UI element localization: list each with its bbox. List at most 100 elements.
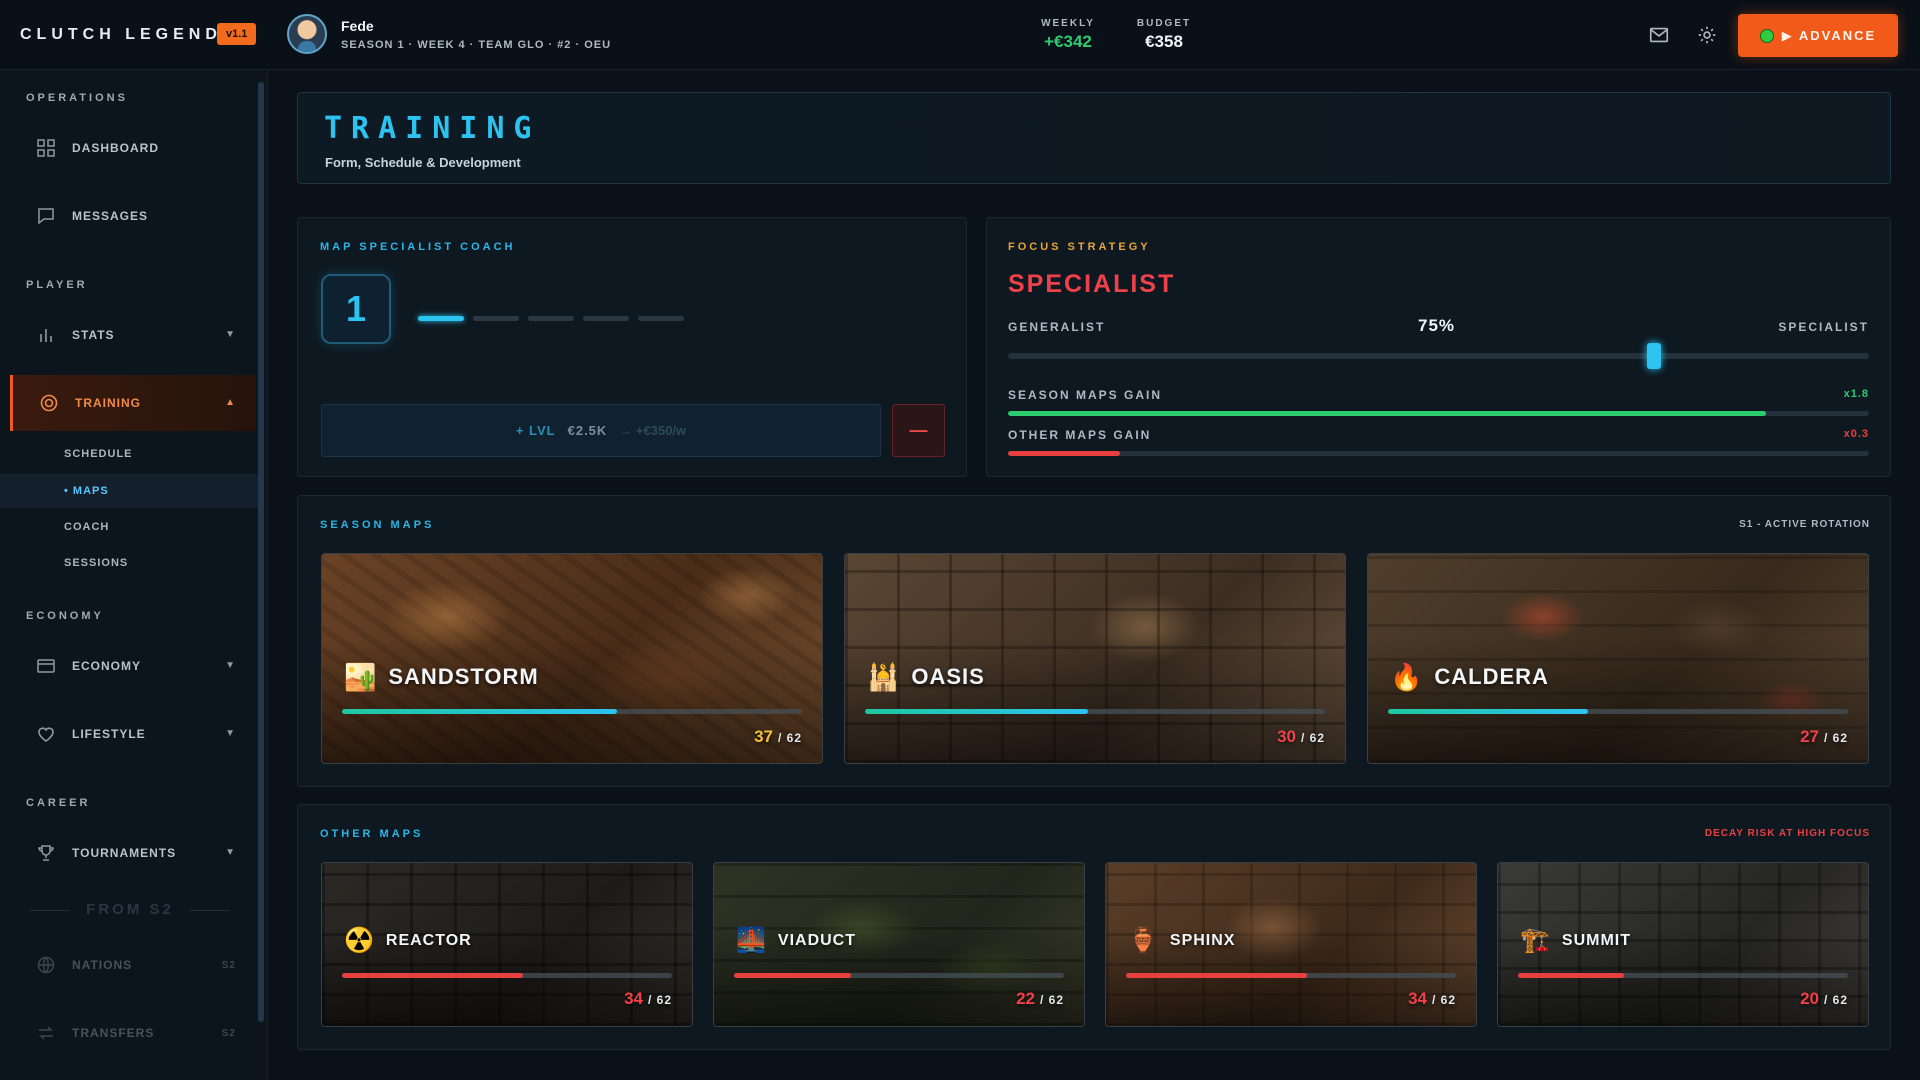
map-progress-fill bbox=[1388, 709, 1589, 714]
downgrade-coach-button[interactable]: — bbox=[892, 404, 945, 457]
map-score: 20 / 62 bbox=[1800, 989, 1848, 1009]
section-player: PLAYER bbox=[26, 279, 88, 291]
map-name: SUMMIT bbox=[1561, 932, 1631, 949]
sidebar-item-training[interactable]: TRAINING ▲ bbox=[10, 375, 256, 431]
upgrade-coach-button[interactable]: + LVL €2.5K → +€350/w bbox=[321, 404, 881, 457]
section-career: CAREER bbox=[26, 797, 91, 809]
map-score: 34 / 62 bbox=[1408, 989, 1456, 1009]
status-dot-icon bbox=[1759, 28, 1774, 43]
sidebar-item-stats[interactable]: STATS ▼ bbox=[10, 307, 256, 363]
sidebar-item-label: TOURNAMENTS bbox=[72, 846, 177, 860]
other-gain-row: OTHER MAPS GAIN x0.3 bbox=[1008, 428, 1869, 442]
urn-icon: 🏺 bbox=[1128, 927, 1158, 954]
map-card-oasis[interactable]: 🕌 OASIS 30 / 62 bbox=[844, 553, 1346, 764]
page-subtitle: Form, Schedule & Development bbox=[325, 155, 521, 170]
grid-icon bbox=[37, 139, 55, 157]
chevron-down-icon: ▼ bbox=[225, 728, 236, 739]
sidebar-item-tournaments[interactable]: TOURNAMENTS ▼ bbox=[10, 825, 256, 881]
map-score-total: / 62 bbox=[1039, 993, 1064, 1007]
sidebar-sub-sessions[interactable]: SESSIONS bbox=[0, 546, 258, 580]
sidebar: OPERATIONS DASHBOARD MESSAGES PLAYER STA… bbox=[0, 70, 268, 1080]
map-progress-bar bbox=[865, 709, 1325, 714]
sidebar-sub-coach[interactable]: COACH bbox=[0, 510, 258, 544]
sidebar-item-nations: NATIONS S2 bbox=[10, 937, 256, 993]
season-gain-fill bbox=[1008, 411, 1766, 416]
focus-slider-labels: GENERALIST 75% SPECIALIST bbox=[1008, 316, 1869, 335]
map-progress-bar bbox=[1126, 973, 1456, 978]
player-avatar[interactable] bbox=[287, 14, 327, 54]
map-progress-bar bbox=[1518, 973, 1848, 978]
player-meta: SEASON 1 · WEEK 4 · TEAM GLO · #2 · OEU bbox=[341, 39, 612, 51]
swap-icon bbox=[39, 1026, 53, 1040]
map-progress-fill bbox=[1126, 973, 1307, 978]
map-progress-fill bbox=[342, 709, 617, 714]
other-maps-note: DECAY RISK AT HIGH FOCUS bbox=[1704, 828, 1870, 839]
budget-value: €358 bbox=[1145, 32, 1183, 51]
map-score: 27 / 62 bbox=[1800, 727, 1848, 747]
chevron-up-icon: ▲ bbox=[225, 397, 236, 408]
focus-slider[interactable] bbox=[1008, 343, 1869, 369]
sidebar-item-label: STATS bbox=[72, 328, 115, 342]
sidebar-scrollbar[interactable] bbox=[258, 82, 264, 1022]
sidebar-sub-maps[interactable]: • MAPS bbox=[0, 474, 258, 508]
map-score-value: 20 bbox=[1800, 989, 1819, 1008]
map-score-total: / 62 bbox=[777, 731, 802, 745]
focus-slider-thumb[interactable] bbox=[1646, 343, 1661, 369]
map-card-reactor[interactable]: ☢️ REACTOR 34 / 62 bbox=[321, 862, 693, 1027]
map-card-sandstorm[interactable]: 🏜️ SANDSTORM 37 / 62 bbox=[321, 553, 823, 764]
focus-panel: FOCUS STRATEGY SPECIALIST GENERALIST 75%… bbox=[986, 217, 1891, 477]
sidebar-item-label: LIFESTYLE bbox=[72, 727, 146, 741]
map-score: 30 / 62 bbox=[1277, 727, 1325, 747]
weekly-value: +€342 bbox=[1044, 32, 1092, 51]
other-maps-panel: OTHER MAPS DECAY RISK AT HIGH FOCUS ☢️ R… bbox=[297, 804, 1891, 1050]
map-card-sphinx[interactable]: 🏺 SPHINX 34 / 62 bbox=[1105, 862, 1477, 1027]
map-title: 🏜️ SANDSTORM bbox=[344, 664, 539, 690]
sidebar-sub-schedule[interactable]: SCHEDULE bbox=[0, 437, 258, 471]
map-score-value: 27 bbox=[1800, 727, 1819, 746]
map-score: 22 / 62 bbox=[1016, 989, 1064, 1009]
map-card-caldera[interactable]: 🔥 CALDERA 27 / 62 bbox=[1367, 553, 1869, 764]
map-card-viaduct[interactable]: 🌉 VIADUCT 22 / 62 bbox=[713, 862, 1085, 1027]
heart-icon bbox=[38, 727, 54, 742]
coach-level-pips bbox=[418, 316, 684, 321]
trophy-icon bbox=[38, 845, 54, 861]
other-maps-label: OTHER MAPS bbox=[320, 828, 424, 840]
sidebar-item-dashboard[interactable]: DASHBOARD bbox=[10, 120, 256, 176]
map-card-summit[interactable]: 🏗️ SUMMIT 20 / 62 bbox=[1497, 862, 1869, 1027]
map-progress-bar bbox=[342, 973, 672, 978]
season-gain-bar bbox=[1008, 411, 1869, 416]
other-gain-fill bbox=[1008, 451, 1120, 456]
specialist-label: SPECIALIST bbox=[1778, 320, 1869, 334]
focus-percent: 75% bbox=[1418, 316, 1456, 335]
map-progress-fill bbox=[342, 973, 523, 978]
map-score-value: 37 bbox=[754, 727, 773, 746]
budget-label: BUDGET bbox=[1136, 18, 1192, 29]
map-title: 🌉 VIADUCT bbox=[736, 929, 856, 953]
sidebar-item-economy[interactable]: ECONOMY ▼ bbox=[10, 638, 256, 694]
map-score-total: / 62 bbox=[647, 993, 672, 1007]
coach-panel: MAP SPECIALIST COACH 1 + LVL €2.5K → +€3… bbox=[297, 217, 967, 477]
level-pip bbox=[583, 316, 629, 321]
map-name: OASIS bbox=[911, 664, 985, 689]
page-title: TRAINING bbox=[324, 111, 541, 146]
sidebar-item-messages[interactable]: MESSAGES bbox=[10, 188, 256, 244]
season-gain-mult: x1.8 bbox=[1843, 388, 1869, 400]
map-progress-bar bbox=[1388, 709, 1848, 714]
weekly-label: WEEKLY bbox=[1041, 18, 1095, 29]
level-pip bbox=[638, 316, 684, 321]
crane-icon: 🏗️ bbox=[1520, 927, 1550, 954]
map-score-value: 34 bbox=[1408, 989, 1427, 1008]
map-score-total: / 62 bbox=[1823, 731, 1848, 745]
upgrade-cost: €2.5K bbox=[567, 423, 608, 438]
advance-button[interactable]: ▶ ADVANCE bbox=[1738, 14, 1898, 57]
chevron-down-icon: ▼ bbox=[225, 329, 236, 340]
season-maps-label: SEASON MAPS bbox=[320, 519, 435, 531]
map-progress-bar bbox=[734, 973, 1064, 978]
version-badge: v1.1 bbox=[217, 23, 257, 45]
season-maps-panel: SEASON MAPS S1 - ACTIVE ROTATION 🏜️ SAND… bbox=[297, 495, 1891, 787]
mail-icon[interactable] bbox=[1648, 24, 1670, 46]
globe-icon bbox=[37, 956, 55, 974]
gear-icon[interactable] bbox=[1696, 24, 1718, 46]
advance-label: ▶ ADVANCE bbox=[1781, 27, 1877, 43]
sidebar-item-lifestyle[interactable]: LIFESTYLE ▼ bbox=[10, 706, 256, 762]
